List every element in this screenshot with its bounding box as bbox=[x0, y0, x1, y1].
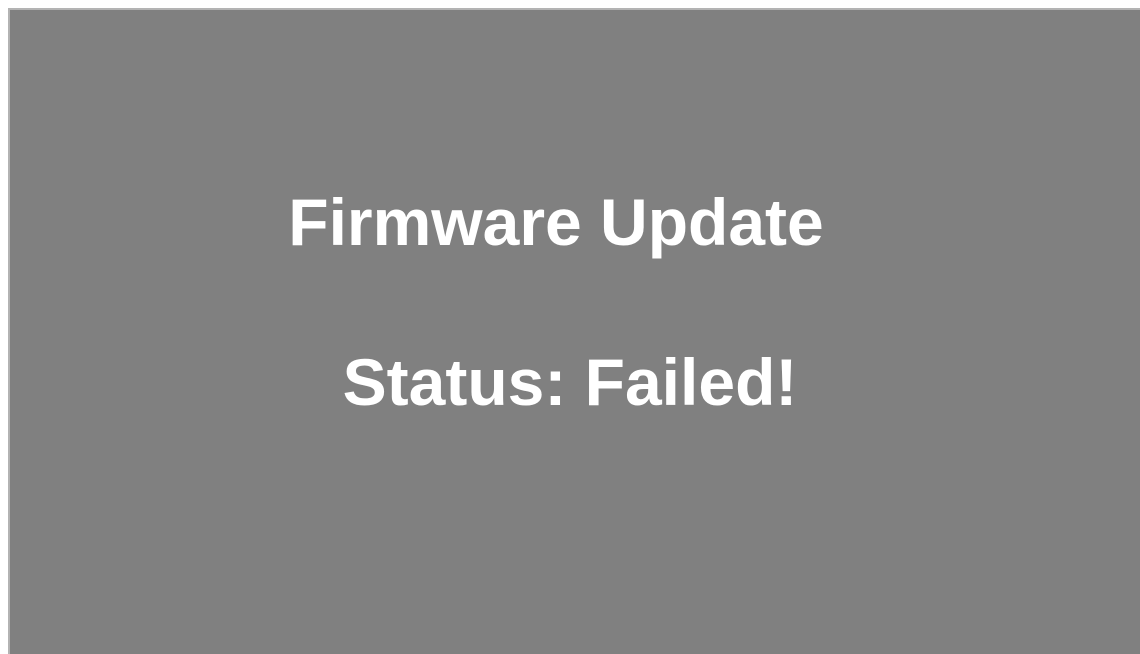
firmware-update-screen bbox=[8, 8, 1140, 654]
update-status-text: Status: Failed! bbox=[342, 345, 798, 419]
page: Firmware Update Status: Failed! bbox=[0, 0, 1140, 654]
firmware-update-title: Firmware Update bbox=[288, 185, 824, 259]
